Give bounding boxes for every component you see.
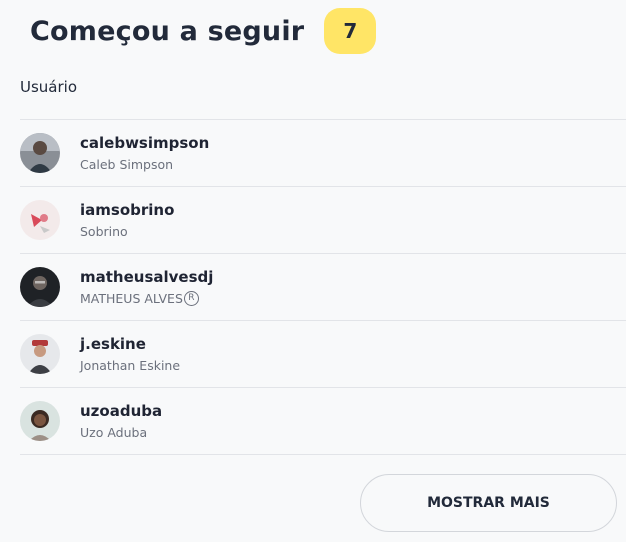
avatar[interactable] (20, 267, 60, 307)
list-item[interactable]: matheusalvesdj MATHEUS ALVES R (20, 254, 626, 321)
user-fullname: Sobrino (80, 223, 128, 239)
registered-mark: R (183, 291, 199, 306)
avatar[interactable] (20, 334, 60, 374)
username[interactable]: j.eskine (80, 334, 180, 354)
show-more-button[interactable]: MOSTRAR MAIS (360, 474, 617, 532)
user-fullname: MATHEUS ALVES R (80, 290, 213, 308)
username[interactable]: matheusalvesdj (80, 267, 213, 287)
list-item[interactable]: iamsobrino Sobrino (20, 187, 626, 254)
page-title: Começou a seguir (30, 15, 305, 47)
list-item[interactable]: calebwsimpson Caleb Simpson (20, 120, 626, 187)
avatar[interactable] (20, 133, 60, 173)
user-fullname: Uzo Aduba (80, 424, 148, 440)
username[interactable]: calebwsimpson (80, 133, 209, 153)
user-fullname: Caleb Simpson (80, 156, 174, 172)
list-item[interactable]: uzoaduba Uzo Aduba (20, 388, 626, 455)
column-header-user: Usuário (20, 78, 78, 96)
avatar[interactable] (20, 200, 60, 240)
page-header: Começou a seguir 7 (30, 8, 377, 54)
avatar[interactable] (20, 401, 60, 441)
username[interactable]: iamsobrino (80, 200, 174, 220)
user-fullname: Jonathan Eskine (80, 357, 181, 373)
user-list: calebwsimpson Caleb Simpson iamsobrino S… (20, 119, 626, 455)
count-badge: 7 (324, 8, 377, 54)
username[interactable]: uzoaduba (80, 401, 162, 421)
list-item[interactable]: j.eskine Jonathan Eskine (20, 321, 626, 388)
